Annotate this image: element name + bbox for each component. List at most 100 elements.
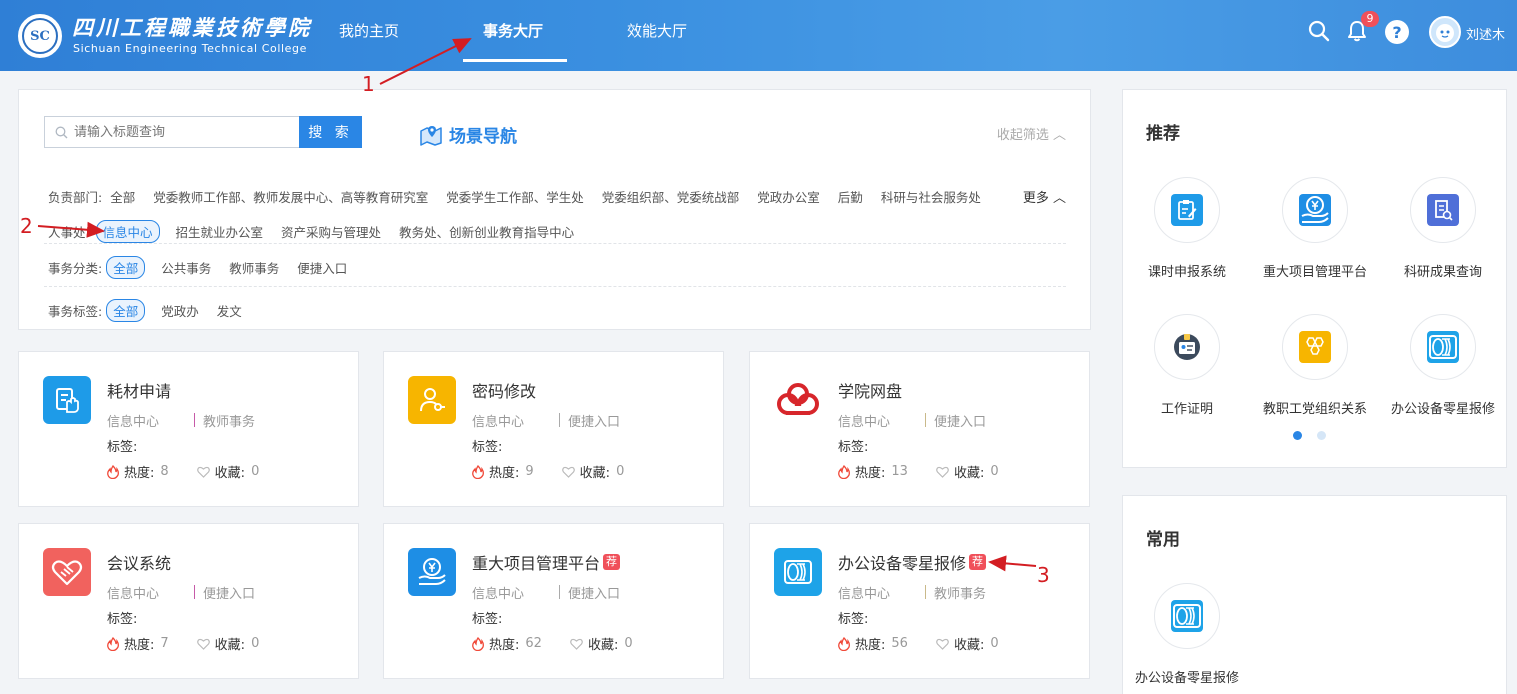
college-logo-icon[interactable]: SC — [18, 14, 62, 58]
more-depts-toggle[interactable]: 更多 ︿ — [1023, 187, 1066, 206]
favorite-button[interactable]: 收藏: 0 — [570, 634, 633, 653]
dept-chip-info-center[interactable]: 信息中心 — [95, 220, 160, 243]
dept-chip-all[interactable]: 全部 — [110, 187, 135, 206]
search-icon[interactable] — [1307, 19, 1331, 43]
recommend-app[interactable]: 重大项目管理平台 — [1255, 177, 1375, 280]
card-title[interactable]: 办公设备零星报修荐 — [838, 550, 987, 574]
recommend-app[interactable]: 教职工党组织关系 — [1255, 314, 1375, 417]
app-icon-circle — [1410, 177, 1476, 243]
card-title[interactable]: 密码修改 — [472, 378, 536, 402]
notification-count-badge: 9 — [1361, 11, 1379, 27]
heat-label: 热度: — [489, 638, 520, 653]
card-title[interactable]: 学院网盘 — [838, 378, 902, 402]
nav-my-home[interactable]: 我的主页 — [339, 20, 399, 41]
category-chip-all[interactable]: 全部 — [106, 256, 146, 279]
common-app[interactable]: 办公设备零星报修 — [1127, 583, 1247, 686]
service-card[interactable]: 学院网盘 信息中心 便捷入口 标签: 热度: 13 收藏: 0 — [749, 351, 1090, 507]
dept-filter-row: 负责部门: 全部 党委教师工作部、教师发展中心、高等教育研究室 党委学生工作部、… — [48, 187, 999, 206]
dept-chip-admin-office[interactable]: 党政办公室 — [757, 187, 820, 206]
card-title[interactable]: 重大项目管理平台荐 — [472, 550, 621, 574]
carousel-dot-active[interactable] — [1293, 431, 1302, 440]
card-stats: 热度: 62 收藏: 0 — [472, 634, 633, 653]
document-search-icon — [1427, 194, 1459, 226]
card-dept: 信息中心 — [472, 415, 525, 430]
dept-chip-admissions[interactable]: 招生就业办公室 — [176, 222, 264, 241]
coil-icon — [774, 548, 822, 596]
tag-chip-documents[interactable]: 发文 — [217, 301, 242, 320]
avatar[interactable] — [1429, 16, 1461, 48]
card-meta: 信息中心 教师事务 — [107, 411, 255, 430]
annotation-3: 3 — [1037, 563, 1050, 587]
help-icon[interactable]: ? — [1385, 20, 1409, 44]
heart-icon — [936, 466, 949, 478]
cloud-disk-icon — [774, 376, 822, 424]
nav-affairs-hall[interactable]: 事务大厅 — [483, 20, 543, 41]
service-card[interactable]: 重大项目管理平台荐信息中心 便捷入口 标签: 热度: 62 收藏: 0 — [383, 523, 724, 679]
card-dept: 信息中心 — [472, 587, 525, 602]
card-title[interactable]: 耗材申请 — [107, 378, 171, 402]
dept-chip-hr[interactable]: 人事处 — [48, 222, 86, 241]
service-card[interactable]: 会议系统信息中心 便捷入口标签: 热度: 7 收藏: 0 — [18, 523, 359, 679]
scene-navigation[interactable]: 场景导航 — [419, 122, 517, 147]
fav-label: 收藏: — [587, 638, 619, 653]
tag-chip-all[interactable]: 全部 — [106, 299, 146, 322]
heat-count: 7 — [160, 636, 169, 651]
flame-icon — [107, 636, 119, 651]
fav-label: 收藏: — [953, 638, 985, 653]
flame-icon — [472, 464, 484, 479]
card-title[interactable]: 会议系统 — [107, 550, 171, 574]
dept-chip-logistics[interactable]: 后勤 — [838, 187, 863, 206]
service-card[interactable]: 密码修改 信息中心 便捷入口 标签: 热度: 9 收藏: 0 — [383, 351, 724, 507]
app-name: 科研成果查询 — [1403, 265, 1482, 280]
fav-count: 0 — [990, 636, 999, 651]
app-name: 办公设备零星报修 — [1134, 671, 1239, 686]
recommended-badge: 荐 — [603, 554, 621, 570]
favorite-button[interactable]: 收藏: 0 — [936, 462, 999, 481]
yuan-hand-icon — [408, 548, 456, 596]
flame-icon — [838, 464, 850, 479]
category-chip-public[interactable]: 公共事务 — [161, 258, 211, 277]
carousel-dot[interactable] — [1317, 431, 1326, 440]
dept-chip-academic-affairs[interactable]: 教务处、创新创业教育指导中心 — [399, 222, 574, 241]
annotation-2: 2 — [20, 214, 33, 238]
search-input[interactable] — [74, 124, 274, 140]
recommend-title: 推荐 — [1146, 124, 1180, 144]
category-filter-row: 事务分类: 全部 公共事务 教师事务 便捷入口 — [48, 256, 365, 279]
favorite-button[interactable]: 收藏: 0 — [196, 634, 259, 653]
dept-chip-assets[interactable]: 资产采购与管理处 — [281, 222, 381, 241]
collapse-filter-toggle[interactable]: 收起筛选 ︿ — [997, 124, 1066, 143]
search-field[interactable] — [44, 116, 299, 148]
dept-chip-teacher-work[interactable]: 党委教师工作部、教师发展中心、高等教育研究室 — [153, 187, 428, 206]
tag-chip-party-office[interactable]: 党政办 — [161, 301, 199, 320]
scene-nav-label: 场景导航 — [449, 127, 517, 147]
nav-active-indicator — [463, 59, 567, 62]
service-card[interactable]: 耗材申请 信息中心 教师事务 标签: 热度: 8 收藏: 0 — [18, 351, 359, 507]
divider — [44, 243, 1066, 244]
card-tag-label: 标签: — [838, 612, 869, 627]
category-chip-teacher[interactable]: 教师事务 — [229, 258, 279, 277]
card-meta: 信息中心 便捷入口 — [472, 583, 620, 602]
service-card[interactable]: 办公设备零星报修荐信息中心 教师事务 标签: 热度: 56 收藏: 0 — [749, 523, 1090, 679]
search-button[interactable]: 搜 索 — [299, 116, 362, 148]
fav-count: 0 — [251, 464, 260, 479]
recommend-app[interactable]: 办公设备零星报修 — [1383, 314, 1503, 417]
chevron-up-icon: ︿ — [1048, 128, 1066, 143]
recommend-app[interactable]: 工作证明 — [1127, 314, 1247, 417]
category-chip-shortcut[interactable]: 便捷入口 — [297, 258, 347, 277]
recommend-app[interactable]: 课时申报系统 — [1127, 177, 1247, 280]
favorite-button[interactable]: 收藏: 0 — [936, 634, 999, 653]
id-badge-icon — [1171, 331, 1203, 363]
dept-chip-organization[interactable]: 党委组织部、党委统战部 — [602, 187, 740, 206]
nav-efficiency-hall[interactable]: 效能大厅 — [627, 20, 687, 41]
card-tag-label: 标签: — [107, 612, 138, 627]
heat-label: 热度: — [124, 638, 155, 653]
favorite-button[interactable]: 收藏: 0 — [196, 462, 260, 481]
card-meta: 信息中心 教师事务 — [838, 583, 986, 602]
user-name[interactable]: 刘述木 — [1466, 24, 1505, 43]
card-meta: 信息中心 便捷入口 — [107, 583, 255, 602]
recommended-badge: 荐 — [969, 554, 987, 570]
favorite-button[interactable]: 收藏: 0 — [561, 462, 624, 481]
dept-chip-student-work[interactable]: 党委学生工作部、学生处 — [446, 187, 584, 206]
dept-chip-research[interactable]: 科研与社会服务处 — [881, 187, 981, 206]
recommend-app[interactable]: 科研成果查询 — [1383, 177, 1503, 280]
